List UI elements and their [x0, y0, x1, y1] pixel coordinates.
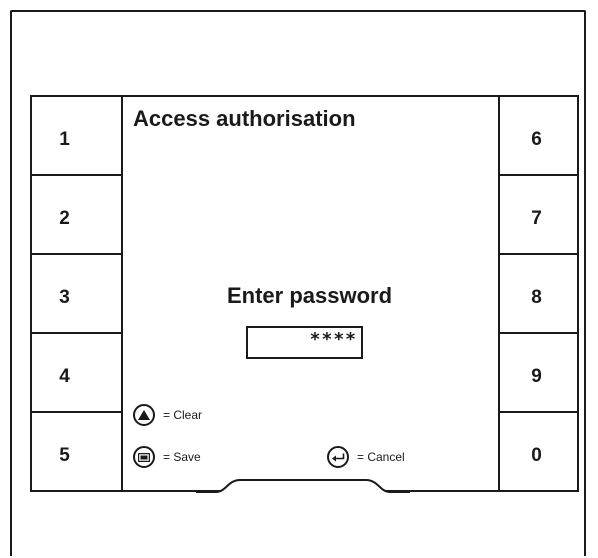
return-arrow-icon[interactable] — [327, 446, 349, 468]
control-panel: 1 2 3 4 5 Access authorisation Enter pas… — [30, 95, 579, 492]
key-6[interactable]: 6 — [500, 97, 577, 176]
key-2[interactable]: 2 — [32, 176, 121, 255]
key-4[interactable]: 4 — [32, 334, 121, 413]
password-field[interactable]: **** — [246, 326, 363, 359]
right-keypad: 6 7 8 9 0 — [498, 97, 577, 490]
key-9[interactable]: 9 — [500, 334, 577, 413]
cancel-label: = Cancel — [357, 450, 405, 464]
key-3[interactable]: 3 — [32, 255, 121, 334]
key-1[interactable]: 1 — [32, 97, 121, 176]
cancel-hint: = Cancel — [327, 446, 405, 468]
rectangle-icon[interactable] — [133, 446, 155, 468]
page-title: Access authorisation — [133, 106, 356, 131]
clear-hint: = Clear — [133, 404, 202, 426]
key-0[interactable]: 0 — [500, 413, 577, 490]
save-label: = Save — [163, 450, 201, 464]
triangle-up-icon[interactable] — [133, 404, 155, 426]
key-7[interactable]: 7 — [500, 176, 577, 255]
clear-label: = Clear — [163, 408, 203, 422]
key-8[interactable]: 8 — [500, 255, 577, 334]
bottom-tab — [196, 479, 410, 496]
password-prompt: Enter password — [226, 283, 393, 308]
display-screen: Access authorisation Enter password ****… — [119, 97, 500, 490]
save-hint: = Save — [133, 446, 201, 468]
key-5[interactable]: 5 — [32, 413, 121, 490]
left-keypad: 1 2 3 4 5 — [30, 97, 123, 490]
